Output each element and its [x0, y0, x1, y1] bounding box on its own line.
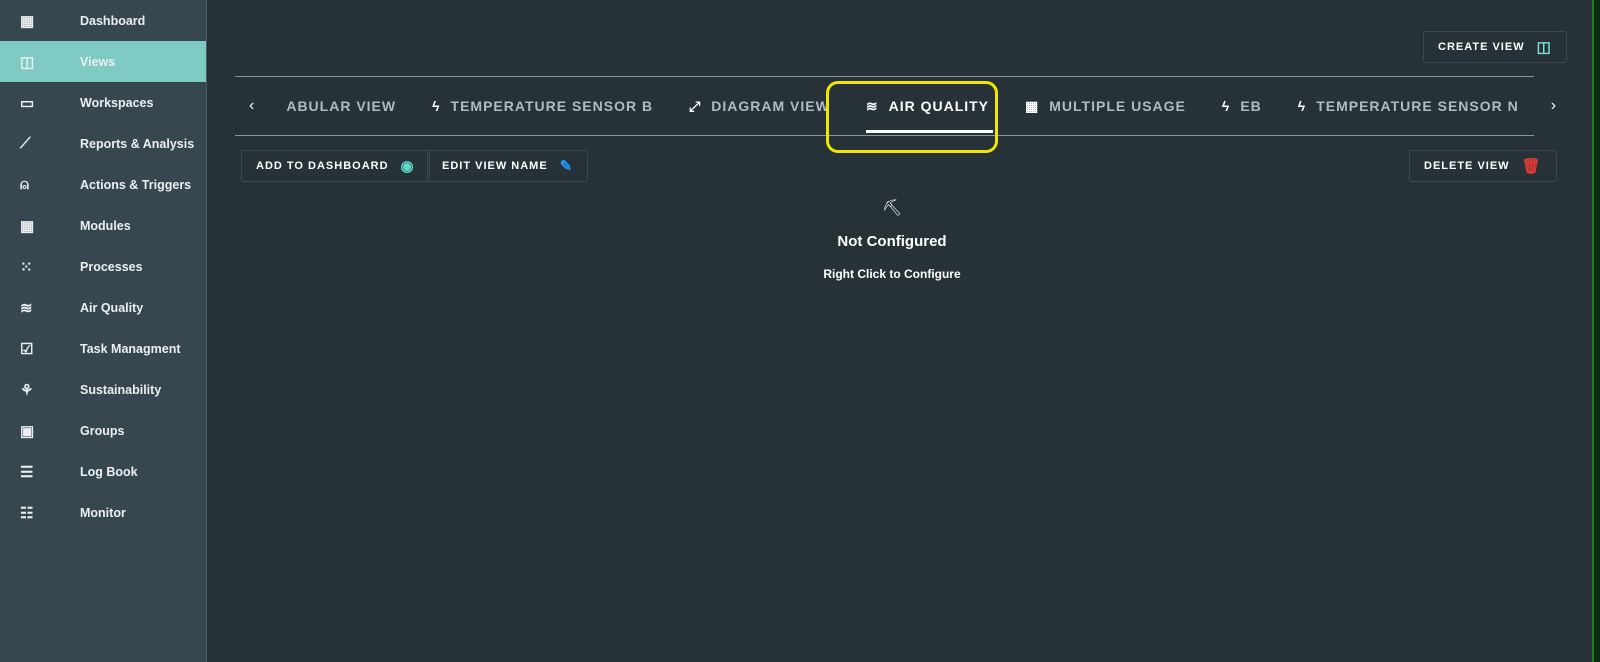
tab-label: DIAGRAM VIEW — [711, 98, 830, 114]
tab-temperature-sensor-n[interactable]: ϟ TEMPERATURE SENSOR N — [1280, 77, 1537, 135]
tab-icon: ▦ — [1025, 97, 1040, 114]
pencil-icon: ✎ — [559, 158, 574, 175]
sidebar-item-label: Processes — [80, 259, 143, 274]
create-view-button[interactable]: CREATE VIEW ◫ — [1423, 31, 1567, 63]
sidebar-item-sustainability[interactable]: ⚘ Sustainability — [0, 369, 206, 410]
sidebar-item-label: Modules — [80, 218, 131, 233]
sidebar-item-label: Task Managment — [80, 341, 181, 356]
tab-diagram-view[interactable]: ⤢ DIAGRAM VIEW — [671, 77, 848, 135]
tab-icon: ϟ — [432, 98, 441, 114]
dashboard-icon: ▦ — [20, 12, 35, 30]
tab-abular-view[interactable]: ABULAR VIEW — [268, 77, 414, 135]
calendar-check-icon: ☑ — [20, 340, 34, 358]
sidebar-item-monitor[interactable]: ☷ Monitor — [0, 492, 206, 533]
sidebar-item-workspaces[interactable]: ▭ Workspaces — [0, 82, 206, 123]
window-edge — [1592, 0, 1600, 662]
sidebar-item-label: Groups — [80, 423, 125, 438]
empty-title: Not Configured — [837, 233, 947, 250]
tab-label: EB — [1240, 98, 1262, 114]
sidebar-item-log-book[interactable]: ☰ Log Book — [0, 451, 206, 492]
sidebar-item-dashboard[interactable]: ▦ Dashboard — [0, 0, 206, 41]
plant-icon: ⚘ — [20, 381, 34, 399]
sidebar-item-reports-analysis[interactable]: ⟋ Reports & Analysis — [0, 123, 206, 164]
views-icon: ◫ — [20, 53, 35, 71]
edit-view-name-label: EDIT VIEW NAME — [442, 160, 548, 172]
sidebar-item-label: Sustainability — [80, 382, 162, 397]
tab-label: TEMPERATURE SENSOR B — [450, 98, 654, 114]
sidebar-item-label: Actions & Triggers — [80, 177, 192, 192]
empty-subtitle: Right Click to Configure — [823, 267, 961, 281]
book-icon: ☰ — [20, 463, 34, 481]
delete-view-label: DELETE VIEW — [1424, 160, 1510, 172]
sidebar-item-label: Air Quality — [80, 300, 144, 315]
worker-icon: ⛏ — [881, 200, 903, 217]
tab-label: TEMPERATURE SENSOR N — [1316, 98, 1519, 114]
add-to-dashboard-label: ADD TO DASHBOARD — [256, 160, 389, 172]
dots-grid-icon: ⁙ — [20, 258, 33, 276]
sidebar-item-groups[interactable]: ▣ Groups — [0, 410, 206, 451]
sidebar-item-label: Log Book — [80, 464, 138, 479]
tab-temperature-sensor-b[interactable]: ϟ TEMPERATURE SENSOR B — [414, 77, 671, 135]
group-icon: ▣ — [20, 422, 35, 440]
tab-label: MULTIPLE USAGE — [1049, 98, 1186, 114]
delete-view-button[interactable]: DELETE VIEW 🗑 — [1409, 150, 1557, 182]
chevron-left-icon[interactable]: ‹ — [235, 97, 268, 115]
highlight-annotation — [826, 81, 998, 153]
trash-icon: 🗑 — [1521, 158, 1542, 175]
sidebar-item-label: Reports & Analysis — [80, 136, 195, 151]
grid-icon: ▦ — [20, 217, 35, 235]
sidebar: ▦ Dashboard ◫ Views ▭ Workspaces ⟋ Reports & An… — [0, 0, 207, 662]
air-icon: ≋ — [20, 299, 33, 317]
eye-plus-icon: ◉ — [400, 158, 415, 175]
sidebar-item-task-managment[interactable]: ☑ Task Managment — [0, 328, 206, 369]
sidebar-item-air-quality[interactable]: ≋ Air Quality — [0, 287, 206, 328]
tab-icon: ϟ — [1221, 98, 1231, 114]
monitor-icon: ☷ — [20, 504, 34, 522]
tab-icon: ⤢ — [689, 97, 702, 114]
views-icon: ◫ — [1536, 39, 1552, 56]
alarm-icon: ⍝ — [20, 176, 30, 193]
sidebar-item-modules[interactable]: ▦ Modules — [0, 205, 206, 246]
sidebar-item-label: Dashboard — [80, 13, 146, 28]
sidebar-item-actions-triggers[interactable]: ⍝ Actions & Triggers — [0, 164, 206, 205]
sidebar-item-views[interactable]: ◫ Views — [0, 41, 206, 82]
tab-icon: ϟ — [1297, 98, 1307, 114]
folder-icon: ▭ — [20, 94, 35, 112]
sidebar-item-label: Monitor — [80, 505, 126, 520]
create-view-label: CREATE VIEW — [1438, 41, 1525, 53]
tab-multiple-usage[interactable]: ▦ MULTIPLE USAGE — [1007, 77, 1204, 135]
edit-view-name-button[interactable]: EDIT VIEW NAME ✎ — [427, 150, 589, 182]
tab-label: ABULAR VIEW — [286, 98, 397, 114]
tab-eb[interactable]: ϟ EB — [1204, 77, 1280, 135]
sidebar-item-label: Workspaces — [80, 95, 154, 110]
chevron-right-icon[interactable]: › — [1537, 97, 1570, 115]
add-to-dashboard-button[interactable]: ADD TO DASHBOARD ◉ — [241, 150, 430, 182]
sidebar-item-processes[interactable]: ⁙ Processes — [0, 246, 206, 287]
chart-icon: ⟋ — [20, 135, 31, 152]
sidebar-item-label: Views — [80, 54, 116, 69]
